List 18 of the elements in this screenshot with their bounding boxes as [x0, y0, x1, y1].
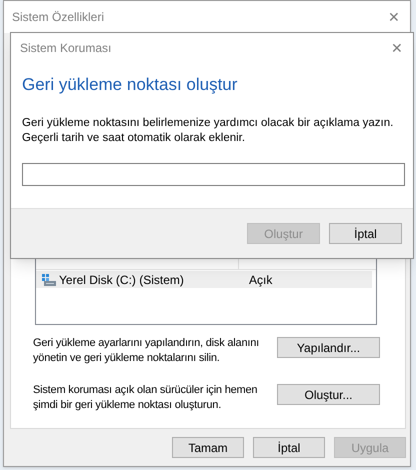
dialog-button[interactable]: Tamam — [172, 437, 244, 458]
dialog-button[interactable]: İptal — [329, 223, 402, 244]
drive-row[interactable]: Yerel Disk (C:) (Sistem) Açık — [36, 271, 372, 288]
description-field[interactable] — [22, 162, 405, 186]
action-button[interactable]: Oluştur... — [277, 384, 380, 405]
action-button[interactable]: Yapılandır... — [277, 337, 380, 358]
description-text: Geri yükleme noktasını belirlemenize yardımcı olacak bir açıklama yazın. Geçerli tarih ve saat otomatik olarak eklenir. — [22, 116, 394, 146]
protection-status: Açık — [249, 272, 272, 288]
window-title: Sistem Özellikleri — [12, 9, 104, 26]
action-description: Sistem koruması açık olan sürücüler için hemen şimdi bir geri yükleme noktası oluşturun. — [33, 383, 258, 413]
dialog-heading: Geri yükleme noktası oluştur — [22, 74, 238, 96]
close-button[interactable]: ✕ — [387, 38, 407, 58]
dialog-button[interactable]: İptal — [253, 437, 325, 458]
close-button[interactable]: ✕ — [384, 6, 404, 28]
dialog-title: Sistem Koruması — [20, 40, 112, 57]
drive-name: Yerel Disk (C:) (Sistem) — [59, 272, 185, 288]
drive-icon — [41, 272, 57, 286]
action-description: Geri yükleme ayarlarını yapılandırın, disk alanını yönetin ve geri yükleme noktalarını silin. — [33, 336, 260, 366]
